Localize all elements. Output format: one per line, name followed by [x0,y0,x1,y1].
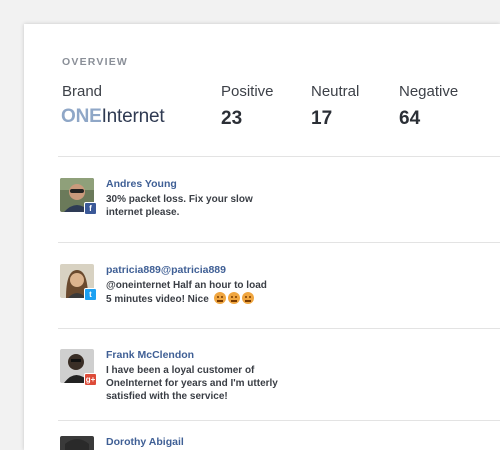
google-plus-icon: g+ [84,373,97,386]
angry-emoji-icon [227,292,240,304]
post-text: @oneinternet Half an hour to load 5 minu… [106,279,321,306]
post-author[interactable]: Andres Young [106,178,177,190]
angry-emoji-icon [213,292,226,304]
post-author[interactable]: patricia889@patricia889 [106,264,226,276]
angry-emoji-icon [241,292,254,304]
brand-header: Brand [62,83,103,100]
brand-logo-rest: Internet [101,106,165,127]
post-author[interactable]: Dorothy Abigail [106,436,184,448]
divider [58,242,500,243]
section-label: OVERVIEW [62,56,129,68]
divider [58,420,500,421]
negative-count: 64 [399,108,421,129]
positive-header: Positive [221,83,274,100]
overview-card: OVERVIEW Brand Positive Neutral Negative… [24,24,500,450]
post-author[interactable]: Frank McClendon [106,349,194,361]
divider [58,156,500,157]
divider [58,328,500,329]
post-text: I have been a loyal customer of OneInter… [106,365,278,402]
neutral-count: 17 [311,108,333,129]
avatar [60,436,94,450]
brand-logo: ONEInternet [61,106,165,128]
neutral-header: Neutral [311,83,360,100]
negative-header: Negative [399,83,459,100]
facebook-icon: f [84,202,97,215]
positive-count: 23 [221,108,243,129]
twitter-icon: t [84,288,97,301]
brand-logo-strong: ONE [61,106,102,127]
post-text: 30% packet loss. Fix your slow internet … [106,194,253,218]
